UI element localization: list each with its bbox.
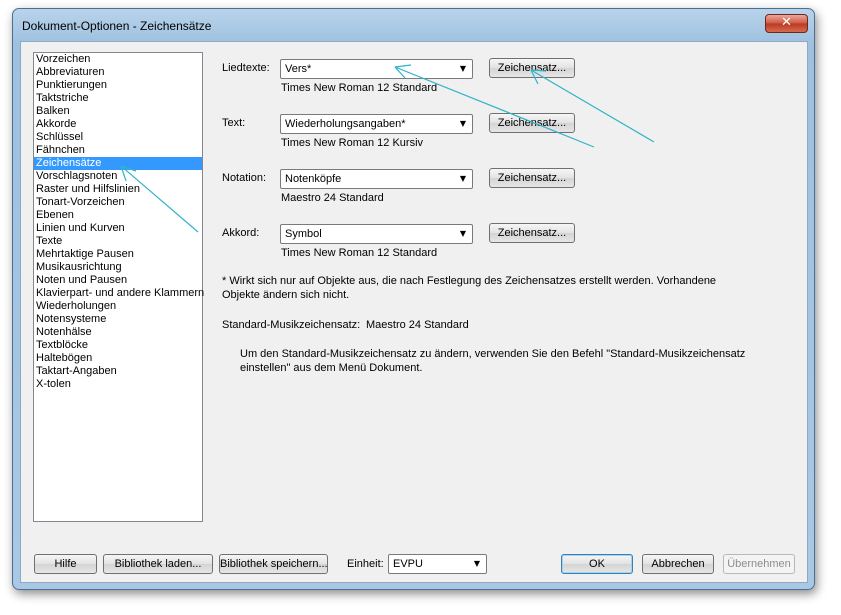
- list-item[interactable]: Vorschlagsnoten: [34, 170, 202, 183]
- unit-select[interactable]: EVPU ▼: [388, 554, 487, 574]
- list-item[interactable]: Taktstriche: [34, 92, 202, 105]
- close-button[interactable]: ✕: [765, 14, 808, 33]
- list-item[interactable]: Vorzeichen: [34, 53, 202, 66]
- title-bar[interactable]: Dokument-Optionen - Zeichensätze ✕: [13, 9, 814, 43]
- footnote: * Wirkt sich nur auf Objekte aus, die na…: [222, 275, 717, 301]
- lyrics-font-description: Times New Roman 12 Standard: [281, 82, 438, 94]
- notation-font-button[interactable]: Zeichensatz...: [489, 168, 575, 188]
- lyrics-select-value: Vers*: [285, 63, 312, 75]
- list-item[interactable]: Schlüssel: [34, 131, 202, 144]
- text-select-value: Wiederholungsangaben*: [285, 118, 406, 130]
- lyrics-font-button[interactable]: Zeichensatz...: [489, 58, 575, 78]
- standard-music-font-help: Um den Standard-Musikzeichensatz zu ände…: [240, 348, 746, 374]
- text-font-description: Times New Roman 12 Kursiv: [281, 137, 424, 149]
- notation-select-value: Notenköpfe: [285, 173, 342, 185]
- list-item[interactable]: Ebenen: [34, 209, 202, 222]
- lyrics-select[interactable]: Vers* ▼: [280, 59, 473, 79]
- window-title: Dokument-Optionen - Zeichensätze: [22, 19, 212, 33]
- notation-font-description: Maestro 24 Standard: [281, 192, 384, 204]
- list-item[interactable]: Zeichensätze: [34, 157, 202, 170]
- chord-select-value: Symbol: [285, 228, 322, 240]
- unit-select-value: EVPU: [393, 558, 423, 570]
- chevron-down-icon: ▼: [459, 174, 467, 183]
- standard-music-font-value: Maestro 24 Standard: [366, 319, 469, 331]
- list-item[interactable]: Texte: [34, 235, 202, 248]
- unit-label: Einheit:: [347, 558, 384, 570]
- chord-font-button[interactable]: Zeichensatz...: [489, 223, 575, 243]
- list-item[interactable]: Mehrtaktige Pausen: [34, 248, 202, 261]
- text-font-button[interactable]: Zeichensatz...: [489, 113, 575, 133]
- list-item[interactable]: Klavierpart- und andere Klammern: [34, 287, 204, 300]
- list-item[interactable]: Haltebögen: [34, 352, 202, 365]
- lyrics-label: Liedtexte:: [222, 62, 270, 74]
- list-item[interactable]: Notensysteme: [34, 313, 202, 326]
- save-library-button[interactable]: Bibliothek speichern...: [219, 554, 328, 574]
- chevron-down-icon: ▼: [473, 559, 481, 568]
- chord-select[interactable]: Symbol ▼: [280, 224, 473, 244]
- list-item[interactable]: Wiederholungen: [34, 300, 202, 313]
- notation-label: Notation:: [222, 172, 267, 184]
- list-item[interactable]: Balken: [34, 105, 202, 118]
- standard-music-font-label: Standard-Musikzeichensatz:: [222, 319, 361, 331]
- list-item[interactable]: Tonart-Vorzeichen: [34, 196, 202, 209]
- ok-button[interactable]: OK: [561, 554, 633, 574]
- list-item[interactable]: Raster und Hilfslinien: [34, 183, 202, 196]
- chord-label: Akkord:: [222, 227, 260, 239]
- chevron-down-icon: ▼: [459, 64, 467, 73]
- chevron-down-icon: ▼: [459, 119, 467, 128]
- text-select[interactable]: Wiederholungsangaben* ▼: [280, 114, 473, 134]
- category-list[interactable]: Vorzeichen Abbreviaturen Punktierungen Takt…: [33, 52, 204, 522]
- apply-button[interactable]: Übernehmen: [723, 554, 795, 574]
- dialog-client-area: Vorzeichen Abbreviaturen Punktierungen Takt…: [20, 41, 808, 583]
- load-library-button[interactable]: Bibliothek laden...: [103, 554, 213, 574]
- list-item[interactable]: Akkorde: [34, 118, 202, 131]
- chord-font-description: Times New Roman 12 Standard: [281, 247, 438, 259]
- list-item[interactable]: Punktierungen: [34, 79, 202, 92]
- list-item[interactable]: Textblöcke: [34, 339, 202, 352]
- chevron-down-icon: ▼: [459, 229, 467, 238]
- cancel-button[interactable]: Abbrechen: [642, 554, 714, 574]
- text-label: Text:: [222, 117, 246, 129]
- list-item[interactable]: Fähnchen: [34, 144, 202, 157]
- notation-select[interactable]: Notenköpfe ▼: [280, 169, 473, 189]
- list-item[interactable]: Musikausrichtung: [34, 261, 202, 274]
- list-item[interactable]: Noten und Pausen: [34, 274, 202, 287]
- list-item[interactable]: Taktart-Angaben: [34, 365, 202, 378]
- list-item[interactable]: Abbreviaturen: [34, 66, 202, 79]
- dialog-window: Dokument-Optionen - Zeichensätze ✕ Vorze…: [12, 8, 815, 590]
- list-item[interactable]: Notenhälse: [34, 326, 202, 339]
- list-item[interactable]: X-tolen: [34, 378, 202, 391]
- list-item[interactable]: Linien und Kurven: [34, 222, 202, 235]
- help-button[interactable]: Hilfe: [34, 554, 97, 574]
